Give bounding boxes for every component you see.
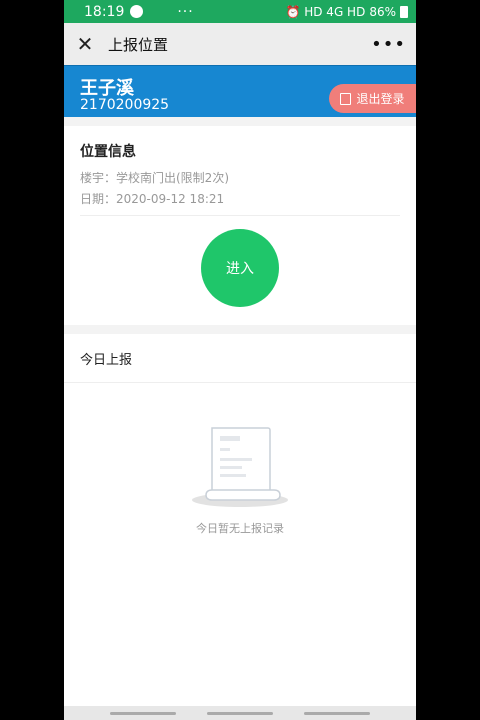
- user-profile-banner: 王子溪 2170200925 退出登录: [64, 65, 416, 117]
- battery-icon: [400, 5, 408, 18]
- student-id: 2170200925: [80, 97, 170, 113]
- logout-label: 退出登录: [356, 92, 405, 106]
- today-report-title: 今日上报: [64, 334, 416, 383]
- close-icon[interactable]: ✕: [74, 34, 96, 54]
- location-info-title: 位置信息: [80, 144, 136, 160]
- status-time: 18:19: [84, 3, 125, 20]
- wechat-icon: [130, 5, 144, 18]
- more-options-icon[interactable]: •••: [371, 34, 406, 55]
- empty-document-icon: [192, 427, 288, 507]
- nav-home-handle[interactable]: [206, 711, 273, 715]
- system-navigation-bar: [64, 706, 416, 720]
- notification-dots: ···: [177, 3, 194, 20]
- date-info: 日期：2020-09-12 18:21: [80, 192, 225, 206]
- empty-state: 今日暂无上报记录: [64, 424, 416, 536]
- logout-button[interactable]: 退出登录: [329, 84, 416, 113]
- nav-recent-handle[interactable]: [304, 711, 371, 715]
- status-bar: 18:19 ··· ⏰ HD 4G HD 86%: [64, 0, 416, 23]
- today-report-card: 今日上报 今日暂无上报记录: [64, 334, 416, 714]
- nav-back-handle[interactable]: [109, 711, 176, 715]
- building-info: 楼宇：学校南门出(限制2次): [80, 171, 229, 185]
- status-indicators: ⏰ HD 4G HD 86%: [285, 5, 408, 19]
- signal-indicators: ⏰ HD 4G HD: [285, 4, 366, 19]
- door-icon: [340, 92, 352, 105]
- location-info-card: 位置信息 楼宇：学校南门出(限制2次) 日期：2020-09-12 18:21 …: [64, 126, 416, 325]
- battery-percent: 86%: [369, 4, 396, 19]
- divider: [80, 215, 400, 216]
- page-title: 上报位置: [108, 35, 169, 54]
- phone-screen: 18:19 ··· ⏰ HD 4G HD 86% ✕ 上报位置 ••• 王子溪 …: [64, 0, 416, 720]
- enter-button[interactable]: 进入: [201, 229, 279, 307]
- empty-message: 今日暂无上报记录: [196, 522, 284, 535]
- navigation-bar: ✕ 上报位置 •••: [64, 23, 416, 65]
